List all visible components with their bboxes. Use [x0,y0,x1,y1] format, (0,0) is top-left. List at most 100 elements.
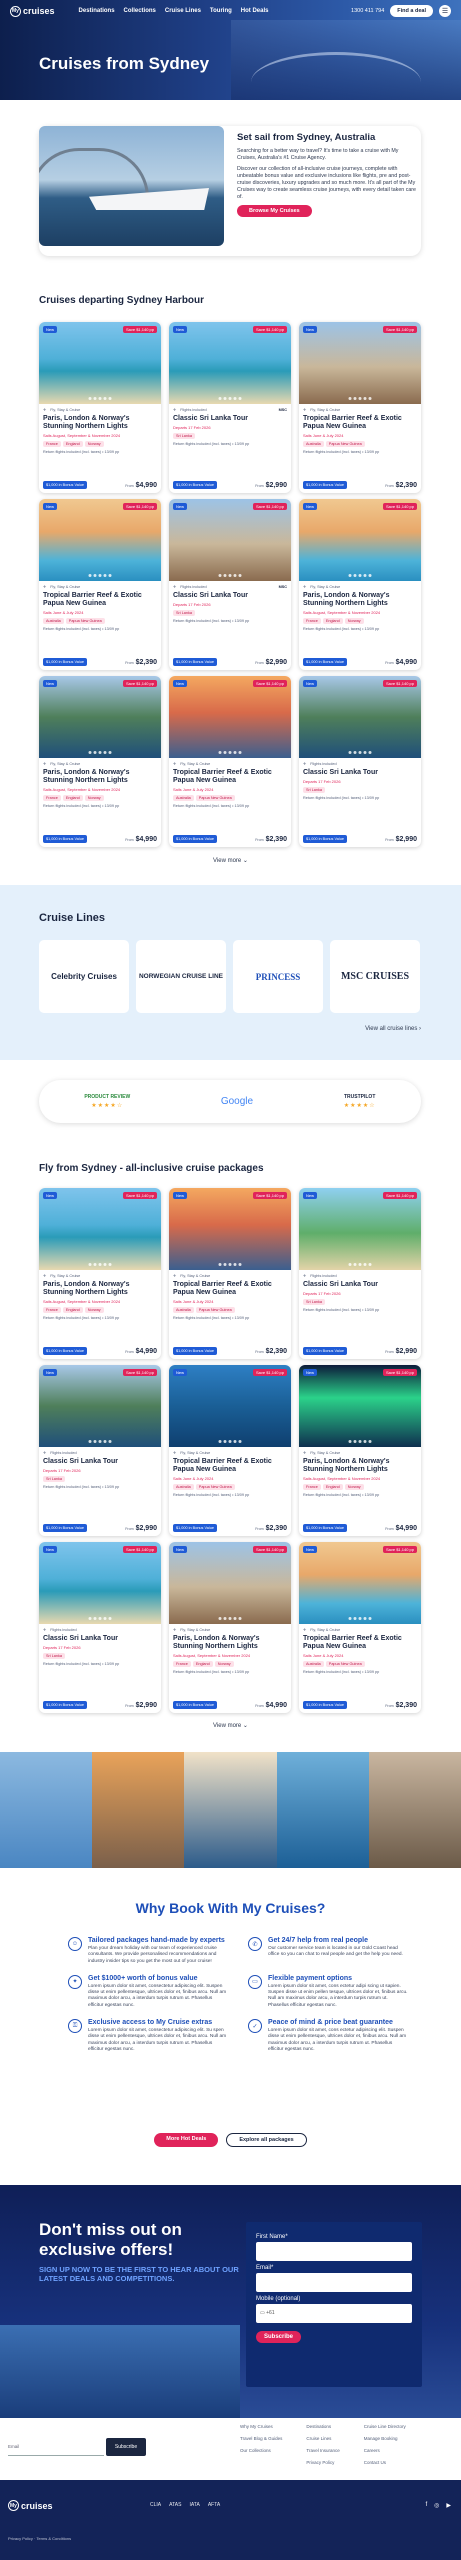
cruise-card-image[interactable]: New Save $1,140 pp [299,676,421,758]
cruise-card-title[interactable]: Tropical Barrier Reef & Exotic Papua New… [303,415,417,431]
cruise-card-image[interactable]: New Save $1,140 pp [39,1542,161,1624]
first-name-input[interactable] [256,2242,412,2261]
cruise-card-image[interactable]: New Save $1,140 pp [39,676,161,758]
cruise-card-title[interactable]: Tropical Barrier Reef & Exotic Papua New… [303,1635,417,1651]
mobile-input[interactable]: ▭ +61 [256,2304,412,2323]
carousel-dots[interactable] [88,1263,112,1266]
cruise-card-image[interactable]: New Save $1,140 pp [39,1365,161,1447]
cruise-card-image[interactable]: New Save $1,140 pp [169,1542,291,1624]
carousel-dots[interactable] [348,1617,372,1620]
review-product-review[interactable]: PRODUCT REVIEW ★★★★☆ [84,1094,130,1109]
newsletter-subscribe-button[interactable]: Subscribe [256,2331,302,2343]
carousel-dots[interactable] [348,1440,372,1443]
cruise-card-image[interactable]: New Save $1,140 pp [39,499,161,581]
cruise-card-title[interactable]: Paris, London & Norway's Stunning Northe… [173,1635,287,1651]
carousel-dots[interactable] [218,574,242,577]
cruise-card[interactable]: New Save $1,140 pp ✈ Fly, Stay & Cruise Pari… [39,1188,161,1359]
cruise-card[interactable]: New Save $1,140 pp ✈ Fly, Stay & Cruise Trop… [169,1365,291,1536]
footer-subscribe-button[interactable]: Subscribe [106,2438,146,2456]
cruise-card-image[interactable]: New Save $1,140 pp [299,1542,421,1624]
carousel-dots[interactable] [88,1617,112,1620]
cruise-card-title[interactable]: Classic Sri Lanka Tour [173,592,287,600]
menu-icon[interactable]: ☰ [439,5,451,17]
cruise-card-title[interactable]: Paris, London & Norway's Stunning Northe… [303,1458,417,1474]
instagram-icon[interactable]: ◎ [434,2502,439,2509]
carousel-dots[interactable] [218,1440,242,1443]
cruise-card[interactable]: New Save $1,140 pp ✈ Fly, Stay & Cruise Trop… [169,676,291,847]
carousel-dots[interactable] [348,574,372,577]
carousel-dots[interactable] [88,574,112,577]
view-all-cruise-lines-link[interactable]: View all cruise lines › [365,1026,421,1032]
cruise-card[interactable]: New Save $1,140 pp ✈ Fly, Stay & Cruise Trop… [299,322,421,493]
footer-link[interactable]: Destinations [306,2424,339,2429]
cruise-card[interactable]: New Save $1,140 pp ✈ Flights included Classi… [39,1542,161,1713]
cruise-card[interactable]: New Save $1,140 pp ✈ Fly, Stay & Cruise Pari… [39,322,161,493]
cruise-card[interactable]: New Save $1,140 pp ✈ Fly, Stay & Cruise Pari… [169,1542,291,1713]
footer-link[interactable]: Our Collections [240,2448,282,2453]
youtube-icon[interactable]: ▶ [446,2502,451,2509]
carousel-dots[interactable] [88,1440,112,1443]
nav-link-hot-deals[interactable]: Hot Deals [241,8,269,14]
cruise-card[interactable]: New Save $1,140 pp ✈ Flights included Classi… [39,1365,161,1536]
carousel-dots[interactable] [218,397,242,400]
cruise-line-msc[interactable]: MSC CRUISES [330,940,420,1013]
review-google[interactable]: Google [221,1096,253,1107]
carousel-dots[interactable] [88,397,112,400]
email-input[interactable] [256,2273,412,2292]
cruise-card[interactable]: New Save $1,140 pp ✈ Fly, Stay & Cruise Trop… [169,1188,291,1359]
carousel-dots[interactable] [88,751,112,754]
carousel-dots[interactable] [218,1617,242,1620]
carousel-dots[interactable] [348,1263,372,1266]
browse-cruises-button[interactable]: Browse My Cruises [237,205,312,217]
explore-packages-button[interactable]: Explore all packages [226,2133,307,2147]
footer-link[interactable]: Travel Blog & Guides [240,2436,282,2441]
cruise-card-title[interactable]: Classic Sri Lanka Tour [43,1458,157,1466]
carousel-dots[interactable] [348,751,372,754]
cruise-card-image[interactable]: New Save $1,140 pp [169,676,291,758]
footer-link[interactable]: Manage Booking [364,2436,406,2441]
cruise-card-title[interactable]: Tropical Barrier Reef & Exotic Papua New… [43,592,157,608]
cruise-line-norwegian[interactable]: NORWEGIAN CRUISE LINE [136,940,226,1013]
find-deal-button[interactable]: Find a deal [390,5,433,17]
cruise-card-image[interactable]: New Save $1,140 pp [299,499,421,581]
harbour-view-more-link[interactable]: View more ⌄ [0,857,461,864]
cruise-card[interactable]: New Save $1,140 pp ✈ Fly, Stay & Cruise Pari… [39,676,161,847]
cruise-card-title[interactable]: Paris, London & Norway's Stunning Northe… [43,415,157,431]
cruise-card-title[interactable]: Classic Sri Lanka Tour [303,1281,417,1289]
cruise-card[interactable]: New Save $1,140 pp ✈ Fly, Stay & Cruise Trop… [299,1542,421,1713]
cruise-line-celebrity[interactable]: Celebrity Cruises [39,940,129,1013]
footer-email-input[interactable]: Email [8,2438,104,2456]
carousel-dots[interactable] [348,397,372,400]
footer-link[interactable]: Travel Insurance [306,2448,339,2453]
cruise-card-image[interactable]: New Save $1,140 pp [299,1188,421,1270]
brand-logo[interactable]: My cruises [10,5,55,17]
cruise-card[interactable]: New Save $1,140 pp ✈ Flights included MSC Cla… [169,322,291,493]
privacy-link[interactable]: Privacy Policy [8,2536,33,2541]
cruise-card[interactable]: New Save $1,140 pp ✈ Flights included Classi… [299,676,421,847]
cruise-card-title[interactable]: Tropical Barrier Reef & Exotic Papua New… [173,1458,287,1474]
carousel-dots[interactable] [218,1263,242,1266]
cruise-card-image[interactable]: New Save $1,140 pp [39,1188,161,1270]
nav-link-touring[interactable]: Touring [210,8,232,14]
nav-link-cruise-lines[interactable]: Cruise Lines [165,8,201,14]
cruise-card-image[interactable]: New Save $1,140 pp [299,1365,421,1447]
cruise-card[interactable]: New Save $1,140 pp ✈ Fly, Stay & Cruise Pari… [299,1365,421,1536]
review-trustpilot[interactable]: TRUSTPILOT ★★★★☆ [344,1094,376,1109]
nav-link-destinations[interactable]: Destinations [79,8,115,14]
cruise-card-image[interactable]: New Save $1,140 pp [299,322,421,404]
carousel-dots[interactable] [218,751,242,754]
cruise-card[interactable]: New Save $1,140 pp ✈ Fly, Stay & Cruise Pari… [299,499,421,670]
footer-link[interactable]: Cruise Line Directory [364,2424,406,2429]
cruise-card[interactable]: New Save $1,140 pp ✈ Flights included Classi… [299,1188,421,1359]
cruise-card-title[interactable]: Paris, London & Norway's Stunning Northe… [303,592,417,608]
cruise-card-title[interactable]: Tropical Barrier Reef & Exotic Papua New… [173,1281,287,1297]
nav-link-collections[interactable]: Collections [124,8,156,14]
cruise-card-image[interactable]: New Save $1,140 pp [169,322,291,404]
cruise-card[interactable]: New Save $1,140 pp ✈ Fly, Stay & Cruise Trop… [39,499,161,670]
phone-number[interactable]: 1300 411 794 [351,8,384,14]
cruise-card-image[interactable]: New Save $1,140 pp [39,322,161,404]
footer-link[interactable]: Why My Cruises [240,2424,282,2429]
cruise-card-image[interactable]: New Save $1,140 pp [169,499,291,581]
footer-link[interactable]: Contact Us [364,2460,406,2465]
footer-link[interactable]: Cruise Lines [306,2436,339,2441]
